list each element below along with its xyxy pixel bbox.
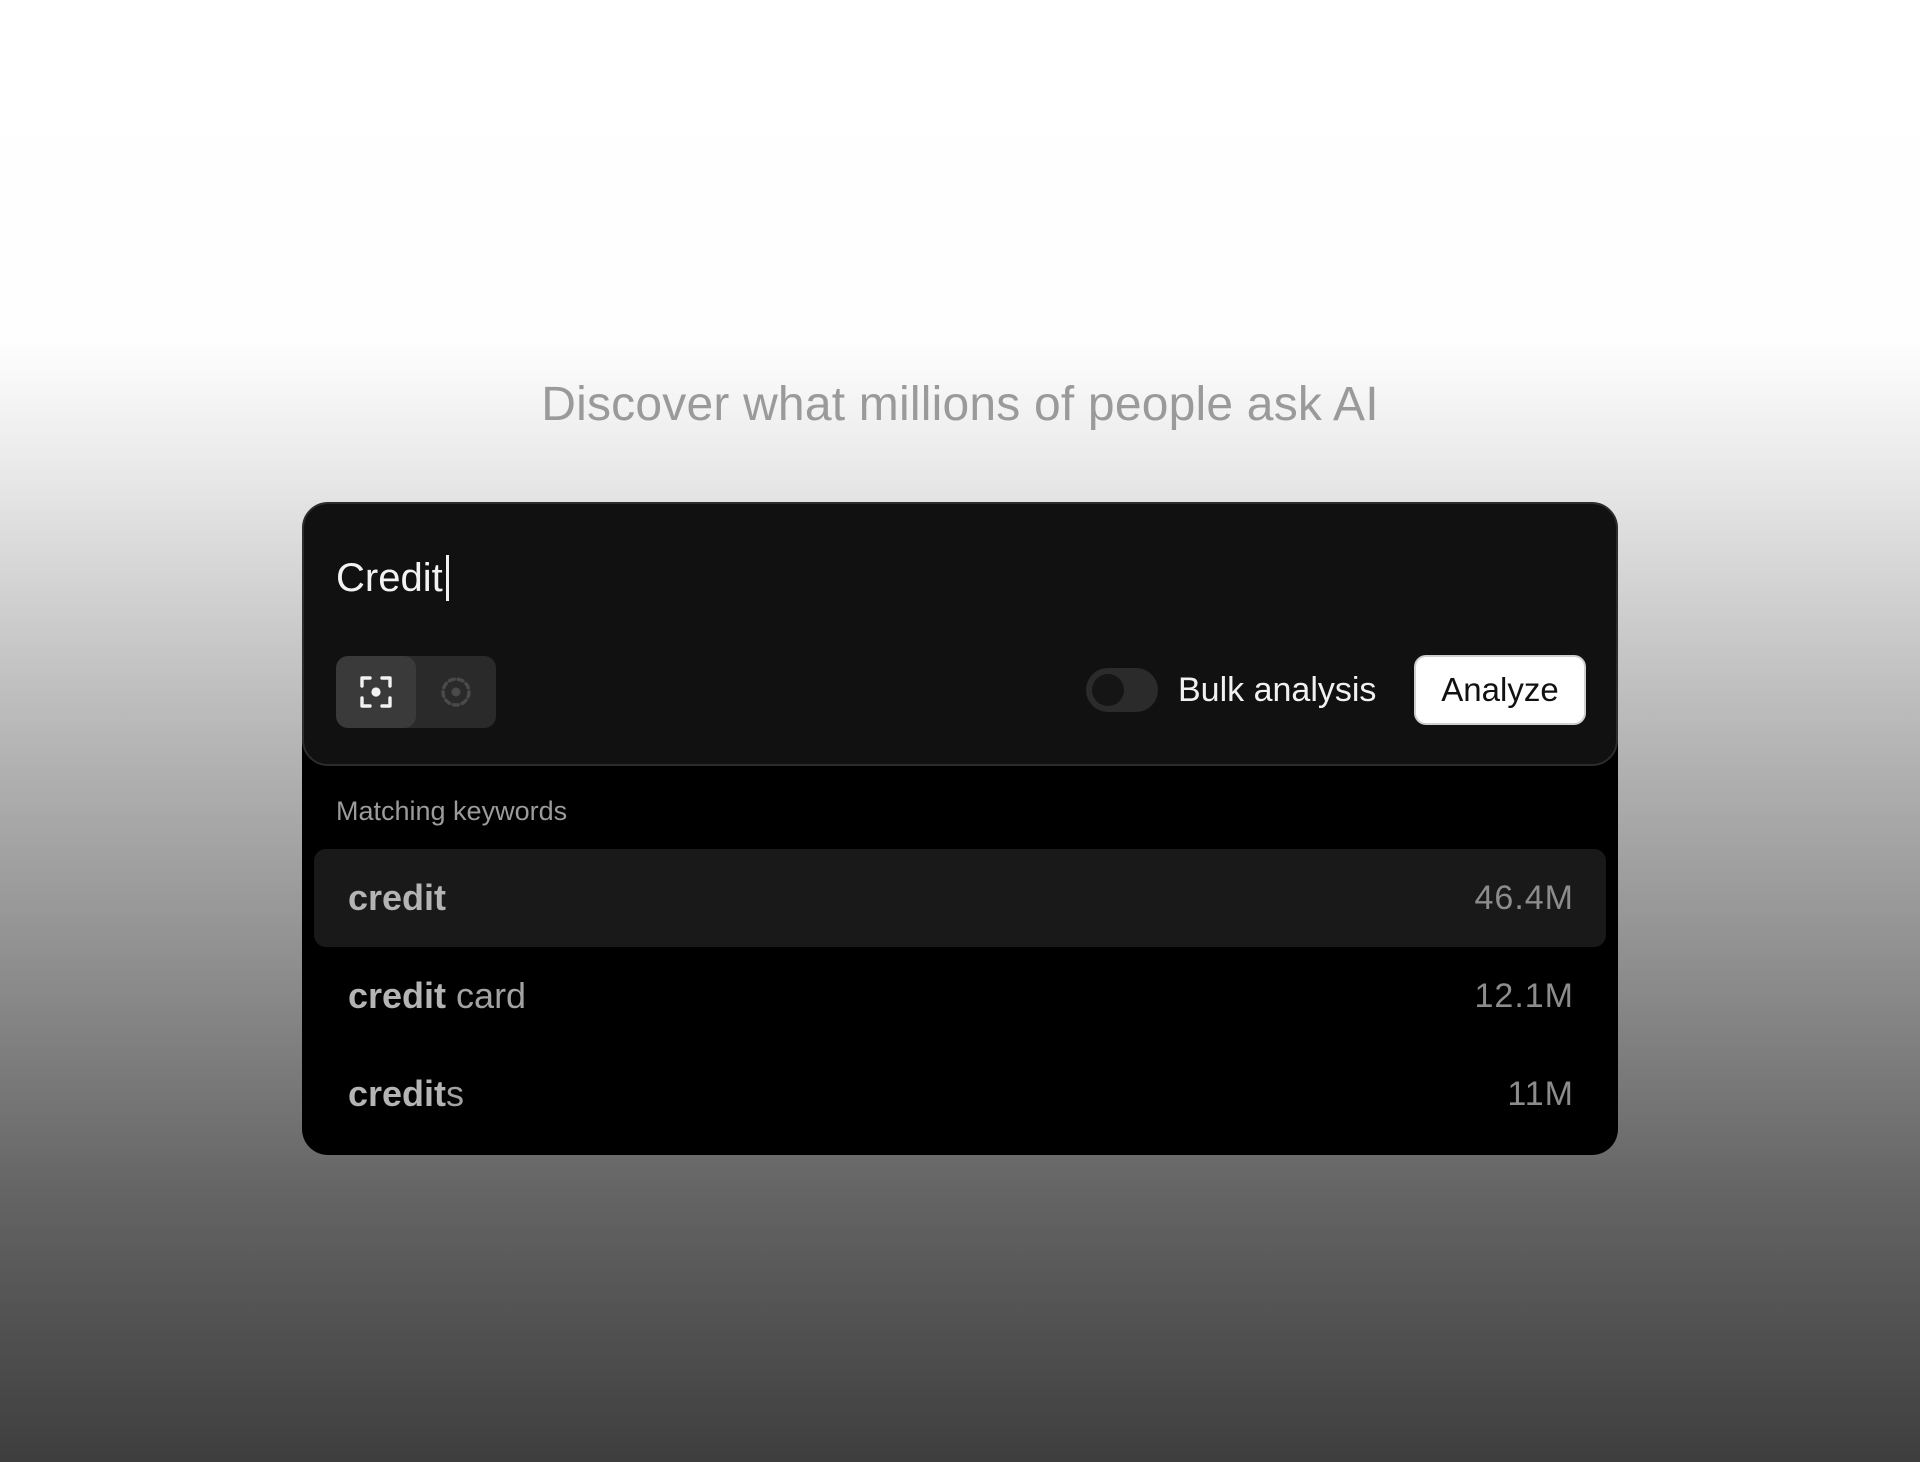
search-input-value: Credit	[336, 556, 443, 600]
keyword-text: credits	[348, 1045, 464, 1143]
keyword-volume: 46.4M	[1474, 879, 1574, 917]
search-input[interactable]: Credit	[336, 550, 449, 606]
analyze-button[interactable]: Analyze	[1414, 655, 1586, 725]
keyword-row-credit-card[interactable]: credit card 12.1M	[314, 947, 1606, 1045]
mode-button-focus[interactable]	[336, 656, 416, 728]
search-card: Credit Bulk analysis Analyze	[302, 502, 1618, 766]
keyword-suggestions-dropdown: Matching keywords credit 46.4M credit ca…	[302, 740, 1618, 1155]
bulk-analysis-toggle[interactable]	[1086, 668, 1158, 712]
keyword-row-credits[interactable]: credits 11M	[314, 1045, 1606, 1143]
keyword-volume: 11M	[1507, 1075, 1574, 1113]
bulk-analysis-label: Bulk analysis	[1178, 671, 1377, 709]
keyword-text: credit	[348, 849, 446, 947]
dropdown-title: Matching keywords	[336, 796, 568, 826]
keyword-volume: 12.1M	[1474, 977, 1574, 1015]
keyword-rest: s	[446, 1073, 465, 1114]
focus-frame-icon	[360, 676, 392, 708]
keyword-row-credit[interactable]: credit 46.4M	[314, 849, 1606, 947]
keyword-rest: card	[446, 975, 527, 1016]
keyword-match: credit	[348, 877, 447, 918]
text-caret	[445, 555, 449, 601]
dotted-circle-icon	[441, 677, 471, 707]
page-headline: Discover what millions of people ask AI	[541, 378, 1379, 431]
keyword-list: credit 46.4M credit card 12.1M credits 1…	[314, 849, 1606, 1143]
search-mode-switch	[336, 656, 496, 728]
keyword-match: credit	[348, 975, 447, 1016]
mode-button-explore[interactable]	[416, 656, 496, 728]
toggle-knob	[1092, 674, 1124, 706]
keyword-match: credit	[348, 1073, 447, 1114]
keyword-text: credit card	[348, 947, 526, 1045]
